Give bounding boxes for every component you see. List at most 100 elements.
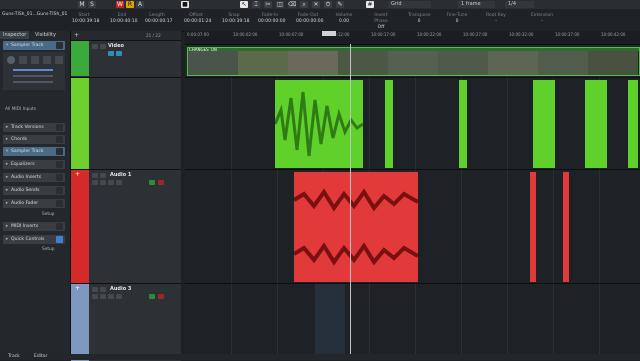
mute-icon[interactable] xyxy=(92,44,98,49)
mute-icon[interactable] xyxy=(92,287,98,292)
expand-icon[interactable]: + xyxy=(75,285,80,292)
thumbnail-icon[interactable] xyxy=(108,51,114,56)
root-key-field[interactable]: Root Key - xyxy=(485,13,507,25)
draw-tool-icon[interactable]: ✎ xyxy=(336,1,344,8)
tab-visibility[interactable]: Visibility xyxy=(32,31,59,39)
section-chords[interactable]: ▸ Chords xyxy=(3,135,65,144)
snap-mode-select[interactable]: Grid xyxy=(388,1,431,8)
fade-in-field[interactable]: Fade-In 00:00:00:00 xyxy=(258,13,285,25)
section-audio-sends[interactable]: ▸ Audio Sends xyxy=(3,186,65,195)
track-audio-3[interactable]: + Audio 3 xyxy=(71,283,181,361)
monitor-icon[interactable] xyxy=(149,180,155,185)
volume-slider[interactable] xyxy=(13,69,53,71)
zoom-select[interactable]: 1/4 xyxy=(505,1,534,8)
audio-event[interactable] xyxy=(585,80,607,168)
solo-button[interactable]: S xyxy=(88,1,96,8)
power-icon[interactable] xyxy=(7,56,15,64)
info-icon[interactable] xyxy=(116,51,122,56)
tab-track[interactable]: Track xyxy=(8,354,20,359)
extension-field[interactable]: Extension - xyxy=(530,13,554,25)
tab-inspector[interactable]: Inspector xyxy=(0,31,30,39)
time-warp-icon[interactable]: ⏱ xyxy=(324,1,332,8)
audio-event[interactable] xyxy=(459,80,467,168)
edit-icon[interactable] xyxy=(108,294,114,299)
setup-label[interactable]: Setup xyxy=(42,212,55,217)
erase-tool-icon[interactable]: ⌫ xyxy=(288,1,296,8)
pointer-tool-icon[interactable]: ↖ xyxy=(240,1,248,8)
glue-tool-icon[interactable]: ◫ xyxy=(276,1,284,8)
expand-icon[interactable]: + xyxy=(75,171,80,178)
section-quick-controls[interactable]: ▸ Quick Controls xyxy=(3,235,65,244)
write-icon[interactable] xyxy=(100,180,106,185)
audio-event[interactable] xyxy=(294,172,418,282)
length-field[interactable]: Length 00:00:00:17 xyxy=(145,13,172,25)
volume-field[interactable]: Volume 0.00 xyxy=(334,13,354,25)
mute-tool-icon[interactable]: ✕ xyxy=(312,1,320,8)
monitor-icon[interactable] xyxy=(149,294,155,299)
section-track-versions[interactable]: ▸ Track Versions xyxy=(3,123,65,132)
audio-event[interactable] xyxy=(530,172,536,282)
quantize-select[interactable]: 1 frame xyxy=(458,1,495,8)
edit-icon[interactable] xyxy=(108,180,114,185)
snap-field[interactable]: Snap 10:00:39:18 xyxy=(222,13,249,25)
auto-button[interactable]: A xyxy=(136,1,144,8)
lane-icon[interactable] xyxy=(116,180,122,185)
snap-toggle-icon[interactable]: # xyxy=(366,1,374,8)
record-arm-icon[interactable] xyxy=(43,56,51,64)
solo-icon[interactable] xyxy=(100,287,106,292)
solo-icon[interactable] xyxy=(100,173,106,178)
record-icon[interactable] xyxy=(158,180,164,185)
write-icon[interactable] xyxy=(100,294,106,299)
read-icon[interactable] xyxy=(92,294,98,299)
fine-tune-field[interactable]: Fine-Tune 0 xyxy=(446,13,468,25)
stop-button[interactable]: ■ xyxy=(181,1,189,8)
midi-inputs-label[interactable]: All MIDI Inputs xyxy=(5,107,36,112)
tab-editor[interactable]: Editor xyxy=(34,354,47,359)
audio-event[interactable] xyxy=(628,80,638,168)
offset-field[interactable]: Offset 00:00:01:24 xyxy=(184,13,211,25)
track-name[interactable]: Audio 3 xyxy=(110,286,131,292)
track-name[interactable]: Audio 1 xyxy=(110,172,131,178)
monitor-icon[interactable] xyxy=(55,56,63,64)
setup-label-2[interactable]: Setup xyxy=(42,247,55,252)
playhead-marker[interactable] xyxy=(322,31,336,36)
record-icon[interactable] xyxy=(158,294,164,299)
timeline-ruler[interactable]: 0:00:07:00 10:00:02:00 10:00:07:00 10:00… xyxy=(185,31,640,44)
audio-event[interactable] xyxy=(563,172,569,282)
info-line: Guns-TISh_01...Guns-TISh_01 Start 10:00:3… xyxy=(0,9,640,32)
start-field[interactable]: Start 10:00:39:18 xyxy=(72,13,99,25)
track-video[interactable]: Video xyxy=(71,40,181,76)
solo-icon[interactable] xyxy=(31,56,39,64)
range-tool-icon[interactable]: ⌶ xyxy=(252,1,260,8)
section-audio-inserts[interactable]: ▸ Audio Inserts xyxy=(3,173,65,182)
track-sampler[interactable] xyxy=(71,77,181,170)
audio-event[interactable] xyxy=(533,80,555,168)
write-button[interactable]: W xyxy=(116,1,124,8)
lock-icon[interactable] xyxy=(100,44,106,49)
lane-icon[interactable] xyxy=(116,294,122,299)
add-track-icon[interactable]: + xyxy=(74,32,79,39)
read-button[interactable]: R xyxy=(126,1,134,8)
read-icon[interactable] xyxy=(92,180,98,185)
section-equalizers[interactable]: ▸ Equalizers xyxy=(3,160,65,169)
invert-phase-field[interactable]: Invert Phase Off xyxy=(368,13,394,31)
split-tool-icon[interactable]: ✂ xyxy=(264,1,272,8)
section-midi-inserts[interactable]: ▸ MIDI Inserts xyxy=(3,222,65,231)
track-name[interactable]: Video xyxy=(108,43,124,49)
zoom-tool-icon[interactable]: ⌕ xyxy=(300,1,308,8)
mute-icon[interactable] xyxy=(92,173,98,178)
pan-slider[interactable] xyxy=(13,75,53,77)
mute-icon[interactable] xyxy=(19,56,27,64)
fade-out-field[interactable]: Fade-Out 00:00:00:00 xyxy=(296,13,323,25)
transpose-field[interactable]: Transpose 0 xyxy=(408,13,431,25)
mute-button[interactable]: M xyxy=(78,1,86,8)
video-clip[interactable]: CHANGES_ON xyxy=(187,47,640,76)
end-field[interactable]: End 10:00:40:10 xyxy=(110,13,137,25)
audio-event[interactable] xyxy=(385,80,393,168)
section-sampler-track[interactable]: ▾ Sampler Track xyxy=(3,147,65,156)
section-audio-fader[interactable]: ▸ Audio Fader xyxy=(3,199,65,208)
project-window[interactable]: CHANGES_ON xyxy=(185,44,640,360)
delay-slider[interactable] xyxy=(13,81,53,83)
inspector-track-header[interactable]: ▾ Sampler Track xyxy=(3,41,65,50)
track-audio-1[interactable]: + Audio 1 xyxy=(71,169,181,284)
